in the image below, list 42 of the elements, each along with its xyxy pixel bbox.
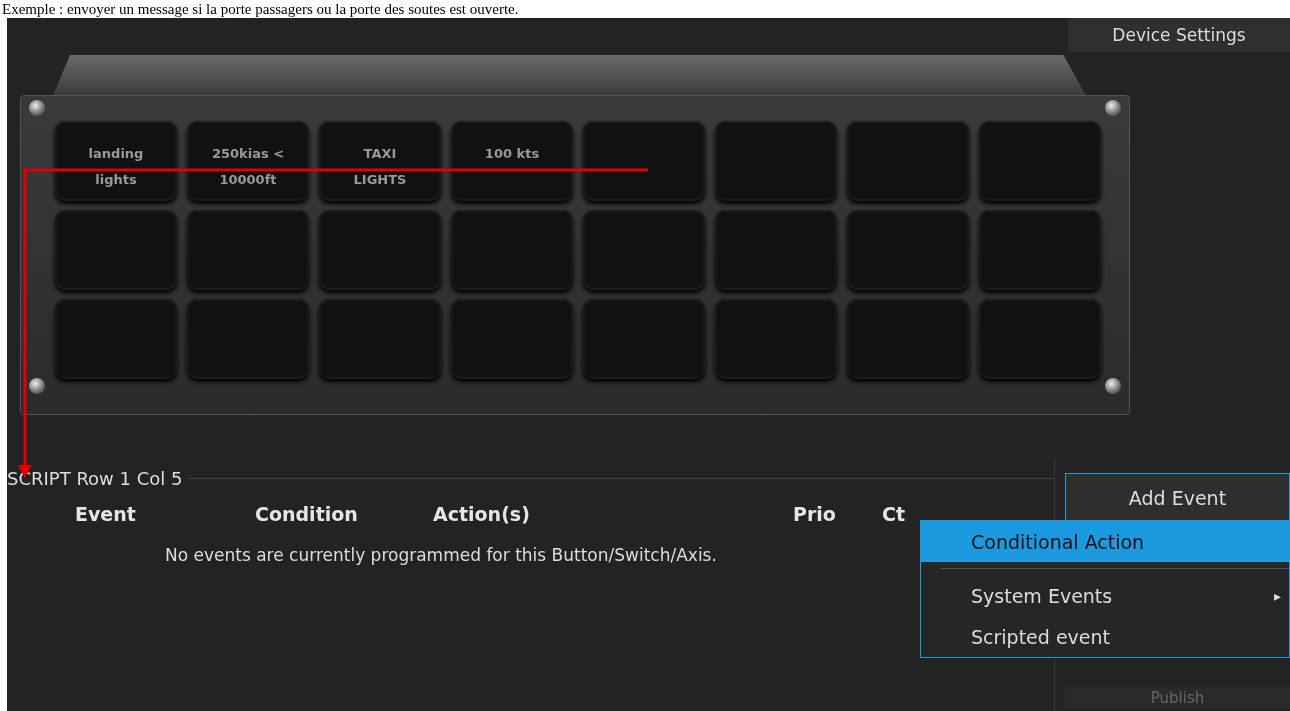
panel-key[interactable] xyxy=(715,210,837,290)
panel-key[interactable] xyxy=(451,299,573,379)
panel-key[interactable] xyxy=(583,299,705,379)
device-settings-tab[interactable]: Device Settings xyxy=(1068,18,1290,52)
panel-key[interactable] xyxy=(583,210,705,290)
panel-key[interactable] xyxy=(187,299,309,379)
panel-key[interactable] xyxy=(319,299,441,379)
panel-key[interactable] xyxy=(55,210,177,290)
panel-key[interactable]: 100 kts xyxy=(451,121,573,201)
panel-key[interactable]: 250kias < 10000ft xyxy=(187,121,309,201)
panel-key[interactable] xyxy=(979,210,1101,290)
column-header: Action(s) xyxy=(433,503,531,525)
panel-key[interactable] xyxy=(847,299,969,379)
submenu-arrow-icon: ▸ xyxy=(1273,587,1281,604)
panel-key[interactable]: landing lights xyxy=(55,121,177,201)
panel-key[interactable] xyxy=(55,299,177,379)
instruction-text: Exemple : envoyer un message si la porte passagers ou la porte des soutes est ouverte. xyxy=(1,0,520,18)
empty-message: No events are currently programmed for this Button/Switch/Axis. xyxy=(164,545,718,565)
screw-icon xyxy=(1105,378,1121,394)
panel-key[interactable] xyxy=(847,121,969,201)
column-header: Condition xyxy=(255,503,359,525)
screw-icon xyxy=(29,378,45,394)
column-header: Ct xyxy=(882,503,907,525)
screw-icon xyxy=(29,100,45,116)
column-header: Event xyxy=(75,503,137,525)
panel-key[interactable] xyxy=(451,210,573,290)
panel-key[interactable]: TAXI LIGHTS xyxy=(319,121,441,201)
column-header: Prio xyxy=(793,503,837,525)
panel-key[interactable] xyxy=(847,210,969,290)
panel-key[interactable] xyxy=(319,210,441,290)
panel-key[interactable] xyxy=(583,121,705,201)
panel-key[interactable] xyxy=(187,210,309,290)
screw-icon xyxy=(1105,100,1121,116)
menu-item[interactable]: Conditional Action xyxy=(921,521,1289,562)
add-event-button[interactable]: Add Event xyxy=(1065,473,1290,523)
panel-key[interactable] xyxy=(979,121,1101,201)
panel-key[interactable] xyxy=(715,121,837,201)
panel-key[interactable] xyxy=(979,299,1101,379)
menu-item[interactable]: Scripted event xyxy=(921,616,1289,657)
script-title: SCRIPT Row 1 Col 5 xyxy=(7,468,183,489)
menu-item[interactable]: System Events ▸ xyxy=(921,575,1289,616)
panel-key[interactable] xyxy=(715,299,837,379)
